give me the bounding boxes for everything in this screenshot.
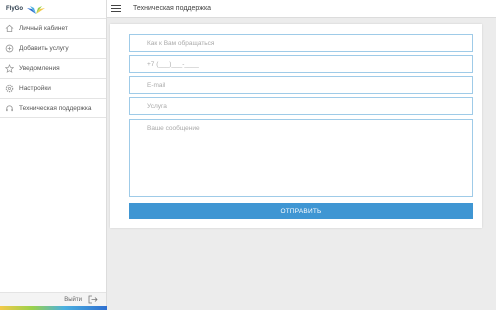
headset-icon bbox=[4, 103, 14, 113]
add-circle-icon bbox=[4, 44, 14, 54]
top-bar: Техническая поддержка bbox=[107, 0, 496, 18]
sidebar: FlyGo Личный кабинет Добавить услугу Уве… bbox=[0, 0, 107, 310]
message-field[interactable] bbox=[129, 119, 473, 197]
menu-toggle-icon[interactable] bbox=[111, 4, 121, 13]
sidebar-item-label: Техническая поддержка bbox=[19, 104, 92, 112]
sidebar-item-settings[interactable]: Настройки bbox=[0, 78, 106, 98]
home-icon bbox=[4, 24, 14, 34]
sidebar-item-add-service[interactable]: Добавить услугу bbox=[0, 38, 106, 58]
sidebar-item-support[interactable]: Техническая поддержка bbox=[0, 98, 106, 118]
logo-wings-icon bbox=[27, 6, 46, 14]
logo-text: FlyGo bbox=[6, 6, 24, 12]
sidebar-item-notifications[interactable]: Уведомления bbox=[0, 58, 106, 78]
phone-field[interactable] bbox=[129, 55, 473, 73]
support-form: ОТПРАВИТЬ bbox=[110, 24, 482, 228]
logo[interactable]: FlyGo bbox=[0, 0, 106, 18]
page-title: Техническая поддержка bbox=[133, 5, 212, 12]
service-field[interactable] bbox=[129, 97, 473, 115]
name-field[interactable] bbox=[129, 34, 473, 52]
sidebar-item-label: Уведомления bbox=[19, 65, 60, 72]
sidebar-item-label: Личный кабинет bbox=[19, 25, 68, 32]
submit-button[interactable]: ОТПРАВИТЬ bbox=[129, 203, 473, 219]
sidebar-item-label: Настройки bbox=[19, 85, 51, 92]
brand-color-strip bbox=[0, 306, 107, 310]
sidebar-item-label: Добавить услугу bbox=[19, 45, 69, 52]
sidebar-item-account[interactable]: Личный кабинет bbox=[0, 18, 106, 38]
email-field[interactable] bbox=[129, 76, 473, 94]
logout-label: Выйти bbox=[64, 296, 82, 303]
gear-icon bbox=[4, 84, 14, 94]
sidebar-menu: Личный кабинет Добавить услугу Уведомлен… bbox=[0, 18, 106, 118]
star-icon bbox=[4, 64, 14, 74]
logout-button[interactable]: Выйти bbox=[0, 292, 106, 306]
logout-icon bbox=[88, 295, 98, 304]
